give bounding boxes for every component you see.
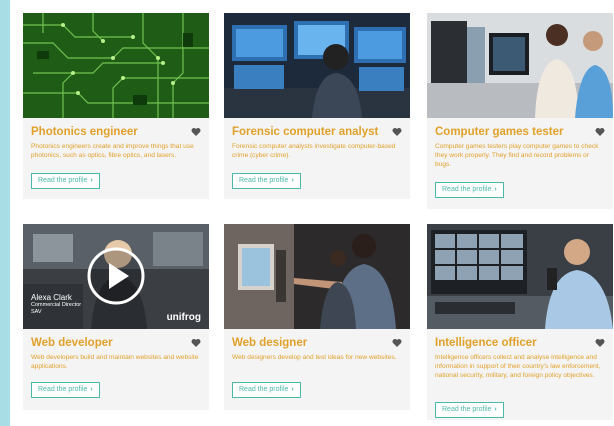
career-card: Computer games tester Computer games tes… <box>427 13 613 209</box>
careers-grid: Photonics engineer Photonics engineers c… <box>10 0 614 426</box>
career-card: Intelligence officer Intelligence office… <box>427 224 613 420</box>
card-description: Web developers build and maintain websit… <box>31 354 199 370</box>
heart-icon[interactable] <box>595 338 605 348</box>
heart-icon[interactable] <box>191 127 201 137</box>
card-title[interactable]: Computer games tester <box>435 125 605 139</box>
read-profile-label: Read the profile <box>442 406 492 413</box>
heart-icon[interactable] <box>191 338 201 348</box>
career-card: Photonics engineer Photonics engineers c… <box>23 13 209 199</box>
chevron-right-icon: › <box>291 386 294 393</box>
card-title[interactable]: Web designer <box>232 336 402 350</box>
read-profile-button[interactable]: Read the profile › <box>31 173 100 189</box>
read-profile-button[interactable]: Read the profile › <box>232 382 301 398</box>
card-image-web-designers[interactable] <box>224 224 410 329</box>
video-caption-name: Alexa Clark <box>31 293 72 302</box>
video-thumbnail[interactable]: Alexa Clark Commercial Director SAV unif… <box>23 224 209 329</box>
heart-icon[interactable] <box>595 127 605 137</box>
play-icon[interactable] <box>86 246 146 306</box>
read-profile-label: Read the profile <box>38 386 88 393</box>
video-caption: Alexa Clark Commercial Director SAV <box>31 294 81 316</box>
chevron-right-icon: › <box>494 406 497 413</box>
card-description: Web designers develop and test ideas for… <box>232 354 397 361</box>
video-caption-company: SAV <box>31 309 42 315</box>
card-description: Computer games testers play computer gam… <box>435 143 599 168</box>
card-image-circuit-board[interactable] <box>23 13 209 118</box>
read-profile-button[interactable]: Read the profile › <box>31 382 100 398</box>
card-description: Forensic computer analysts investigate c… <box>232 143 396 159</box>
chevron-right-icon: › <box>291 177 294 184</box>
chevron-right-icon: › <box>90 177 93 184</box>
career-card: Forensic computer analyst Forensic compu… <box>224 13 410 199</box>
read-profile-button[interactable]: Read the profile › <box>232 173 301 189</box>
read-profile-label: Read the profile <box>239 386 289 393</box>
card-title[interactable]: Forensic computer analyst <box>232 125 402 139</box>
read-profile-button[interactable]: Read the profile › <box>435 182 504 198</box>
read-profile-button[interactable]: Read the profile › <box>435 402 504 418</box>
card-image-games-testers[interactable] <box>427 13 613 118</box>
card-description: Intelligence officers collect and analys… <box>435 354 601 379</box>
card-image-analyst-monitors[interactable] <box>224 13 410 118</box>
heart-icon[interactable] <box>392 338 402 348</box>
read-profile-label: Read the profile <box>38 177 88 184</box>
card-image-intelligence-officer[interactable] <box>427 224 613 329</box>
video-brand-logo: unifrog <box>166 312 201 323</box>
card-title[interactable]: Photonics engineer <box>31 125 201 139</box>
heart-icon[interactable] <box>392 127 402 137</box>
read-profile-label: Read the profile <box>442 186 492 193</box>
read-profile-label: Read the profile <box>239 177 289 184</box>
card-description: Photonics engineers create and improve t… <box>31 143 194 159</box>
video-caption-role: Commercial Director <box>31 302 82 308</box>
career-card: Alexa Clark Commercial Director SAV unif… <box>23 224 209 410</box>
card-title[interactable]: Intelligence officer <box>435 336 605 350</box>
card-title[interactable]: Web developer <box>31 336 201 350</box>
chevron-right-icon: › <box>90 386 93 393</box>
career-card: Web designer Web designers develop and t… <box>224 224 410 410</box>
chevron-right-icon: › <box>494 186 497 193</box>
